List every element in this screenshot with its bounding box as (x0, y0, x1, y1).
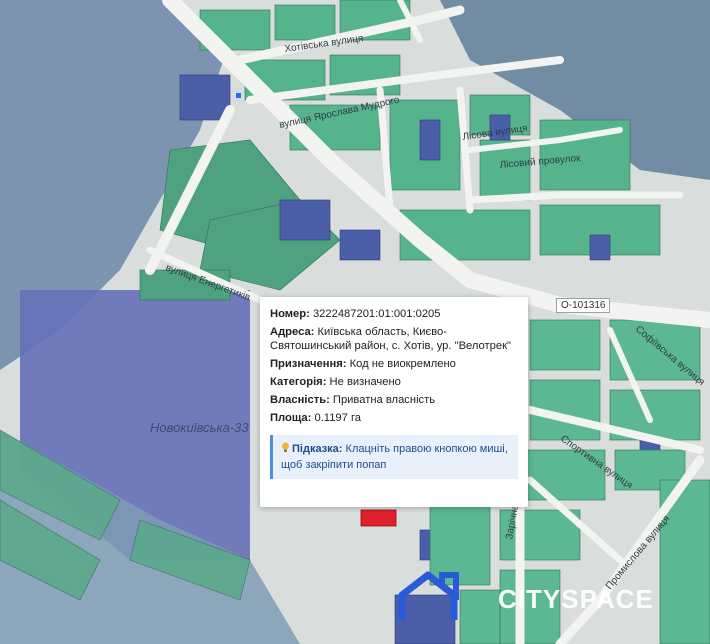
cityspace-logo-icon (398, 571, 459, 620)
popup-ownership-row: Власність: Приватна власність (270, 394, 436, 406)
location-marker[interactable] (236, 93, 241, 98)
parcel-popup[interactable]: Номер: 3222487201:01:001:0205 Адреса: Ки… (260, 297, 528, 507)
popup-hint: Підказка: Клацніть правою кнопкою миші, … (270, 435, 518, 479)
popup-category-row: Категорія: Не визначено (270, 376, 401, 388)
road-code-badge: О-101316 (556, 298, 611, 313)
lightbulb-icon (282, 442, 289, 452)
parcel-ownership: Приватна власність (332, 394, 436, 406)
parcel-number: 3222487201:01:001:0205 (312, 308, 441, 320)
popup-number-row: Номер: 3222487201:01:001:0205 (270, 308, 441, 320)
parcel-purpose: Код не виокремлено (349, 358, 456, 370)
popup-area-row: Площа: 0.1197 га (270, 412, 362, 424)
brand-name: CITYSPACE (498, 584, 654, 614)
popup-address-row: Адреса: Київська область, Києво-Святошин… (270, 326, 511, 352)
cityspace-logo: CITYSPACE (398, 570, 698, 630)
selected-parcel[interactable] (360, 509, 397, 527)
parcel-category: Не визначено (329, 376, 401, 388)
popup-purpose-row: Призначення: Код не виокремлено (270, 358, 456, 370)
parcel-area: 0.1197 га (314, 412, 362, 424)
district-label: Новокиївська-33 (150, 420, 249, 435)
